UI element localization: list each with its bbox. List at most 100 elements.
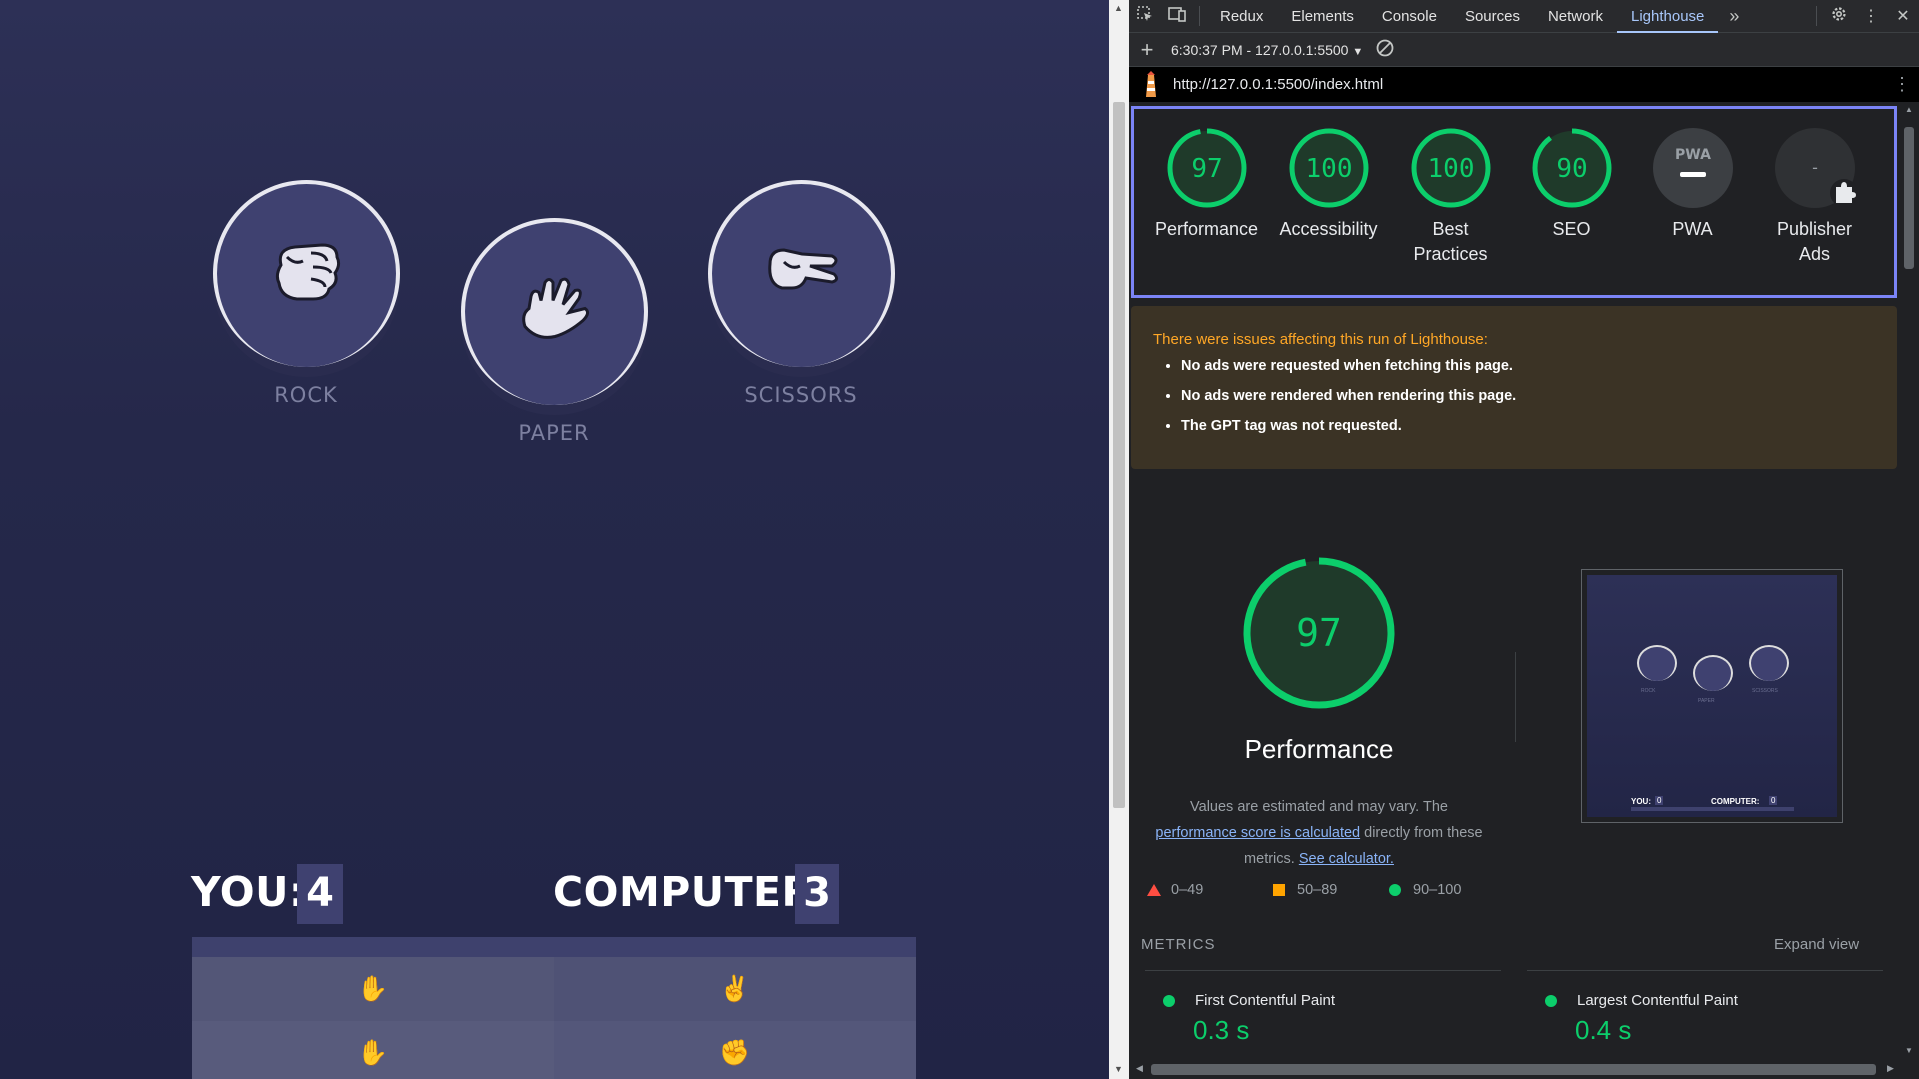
tab-sources[interactable]: Sources — [1451, 0, 1534, 33]
page-scrollbar[interactable]: ▲ ▼ — [1109, 0, 1129, 1079]
average-square-icon — [1273, 884, 1285, 896]
history-table: ✋ ✌ ✋ ✊ — [192, 937, 916, 1079]
gauge-label: Accessibility — [1279, 219, 1378, 239]
gauge-accessibility[interactable]: 100 Accessibility — [1268, 127, 1389, 242]
performance-description: Values are estimated and may vary. The p… — [1139, 794, 1499, 872]
gauge-label: PWA — [1672, 219, 1713, 239]
gauge-score: 90 — [1556, 154, 1587, 184]
computer-score-label: COMPUTER: — [553, 868, 831, 916]
scrollbar-thumb[interactable] — [1151, 1064, 1876, 1075]
tab-lighthouse[interactable]: Lighthouse — [1616, 0, 1719, 33]
performance-title: Performance — [1244, 734, 1394, 764]
gauge-label: Publisher Ads — [1776, 219, 1853, 264]
list-item: No ads were rendered when rendering this… — [1181, 388, 1516, 404]
pass-circle-icon — [1389, 884, 1401, 896]
settings-gear-icon[interactable] — [1823, 5, 1855, 28]
see-calculator-link[interactable]: See calculator. — [1299, 851, 1394, 867]
scissors-label: SCISSORS — [744, 383, 858, 407]
gauge-best-practices[interactable]: 100 Best Practices — [1390, 127, 1511, 267]
paper-label: PAPER — [518, 421, 590, 445]
thumb-computer: COMPUTER: — [1711, 797, 1760, 806]
gauge-score: 100 — [1427, 154, 1474, 184]
expand-view-toggle[interactable]: Expand view — [1774, 936, 1859, 953]
thumb-computer-value: 0 — [1769, 796, 1778, 805]
report-menu-icon[interactable]: ⋮ — [1885, 74, 1919, 95]
pass-circle-icon — [1545, 994, 1557, 1007]
gauge-score: 97 — [1191, 154, 1222, 184]
more-options-icon[interactable]: ⋮ — [1855, 6, 1887, 26]
devtools-tab-bar: Redux Elements Console Sources Network L… — [1129, 0, 1919, 33]
scroll-right-icon[interactable]: ▶ — [1887, 1063, 1894, 1074]
rock-button[interactable] — [213, 180, 400, 367]
runtime-warnings: There were issues affecting this run of … — [1131, 306, 1897, 469]
gauge-label: Best Practices — [1413, 219, 1488, 264]
scroll-left-icon[interactable]: ◀ — [1136, 1063, 1143, 1074]
rock-hand-icon — [275, 243, 340, 301]
game-page: ROCK PAPER SCISSORS YOU: 4 COMPUTER: 3 ✋… — [0, 0, 1109, 1079]
desc-text: Values are estimated and may vary. The — [1190, 799, 1448, 815]
scroll-down-icon[interactable]: ▼ — [1905, 1046, 1913, 1055]
scroll-down-icon[interactable]: ▼ — [1114, 1064, 1123, 1074]
legend-average: 50–89 — [1273, 882, 1337, 898]
divider — [1527, 970, 1883, 971]
more-tabs-icon[interactable]: » — [1718, 6, 1750, 27]
you-move-cell: ✋ — [192, 957, 554, 1021]
gauge-publisher-ads[interactable]: - Publisher Ads — [1754, 127, 1875, 267]
gauge-pwa[interactable]: PWA PWA — [1632, 127, 1753, 242]
report-horizontal-scrollbar[interactable]: ◀ ▶ — [1129, 1060, 1919, 1079]
scroll-up-icon[interactable]: ▲ — [1905, 105, 1913, 114]
legend-label: 90–100 — [1413, 882, 1462, 898]
scroll-up-icon[interactable]: ▲ — [1114, 3, 1123, 13]
inspect-element-icon[interactable] — [1129, 5, 1161, 28]
pass-circle-icon — [1163, 994, 1175, 1007]
score-calculated-link[interactable]: performance score is calculated — [1155, 825, 1360, 841]
metric-value: 0.4 s — [1575, 1015, 1632, 1045]
report-vertical-scrollbar[interactable]: ▲ ▼ — [1899, 102, 1919, 1060]
scissors-button[interactable] — [708, 180, 895, 367]
report-selector[interactable]: 6:30:37 PM - 127.0.0.1:5500 ▼ — [1165, 42, 1363, 58]
dropdown-arrow-icon: ▼ — [1352, 45, 1364, 58]
lighthouse-logo-icon — [1129, 70, 1173, 99]
scrollbar-thumb[interactable] — [1904, 127, 1914, 269]
final-screenshot-frame[interactable]: ROCK PAPER SCISSORS YOU: 0 COMPUTER: 0 — [1581, 569, 1843, 823]
gauge-seo[interactable]: 90 SEO — [1511, 127, 1632, 242]
legend-label: 50–89 — [1297, 882, 1338, 898]
metric-name: Largest Contentful Paint — [1577, 992, 1738, 1009]
you-score-value: 4 — [297, 864, 343, 924]
thumb-paper — [1693, 655, 1733, 691]
clear-all-icon[interactable] — [1375, 38, 1395, 61]
thumb-label: SCISSORS — [1752, 688, 1778, 694]
gauge-ring: 97 — [1167, 128, 1246, 208]
performance-big-score: 97 — [1296, 611, 1342, 655]
thumb-scissors — [1749, 645, 1789, 681]
score-gauges-summary: 97 Performance 100 Accessibility 100 Bes… — [1131, 106, 1897, 298]
thumb-label: PAPER — [1698, 698, 1715, 704]
device-toolbar-icon[interactable] — [1161, 5, 1193, 28]
tab-console[interactable]: Console — [1368, 0, 1451, 33]
report-url[interactable]: http://127.0.0.1:5500/index.html — [1173, 76, 1383, 93]
paper-hand-icon — [521, 277, 589, 339]
tab-network[interactable]: Network — [1534, 0, 1617, 33]
metric-largest-contentful-paint: Largest Contentful Paint 0.4 s — [1545, 992, 1738, 1046]
gauge-label: SEO — [1552, 219, 1591, 239]
tab-elements[interactable]: Elements — [1277, 0, 1368, 33]
scrollbar-thumb[interactable] — [1113, 102, 1125, 808]
tab-redux[interactable]: Redux — [1206, 0, 1277, 33]
lighthouse-toolbar: + 6:30:37 PM - 127.0.0.1:5500 ▼ — [1129, 33, 1919, 67]
desc-text: directly from these — [1364, 825, 1483, 841]
gauge-ring: - — [1774, 128, 1856, 208]
gauge-performance[interactable]: 97 Performance — [1146, 127, 1267, 242]
gauge-ring: 100 — [1289, 128, 1368, 208]
metric-value: 0.3 s — [1193, 1015, 1250, 1045]
computer-move-cell: ✊ — [554, 1021, 916, 1079]
thumb-label: ROCK — [1641, 688, 1656, 694]
pwa-badge-text: PWA — [1675, 147, 1711, 163]
legend-label: 0–49 — [1171, 882, 1204, 898]
legend-fail: 0–49 — [1147, 882, 1203, 898]
close-icon[interactable]: ✕ — [1887, 6, 1919, 26]
paper-button[interactable] — [461, 218, 648, 405]
devtools-panel: Redux Elements Console Sources Network L… — [1129, 0, 1919, 1079]
pwa-badge-icon: PWA — [1652, 128, 1733, 208]
new-report-icon[interactable]: + — [1129, 37, 1165, 63]
computer-score-value: 3 — [795, 864, 839, 924]
